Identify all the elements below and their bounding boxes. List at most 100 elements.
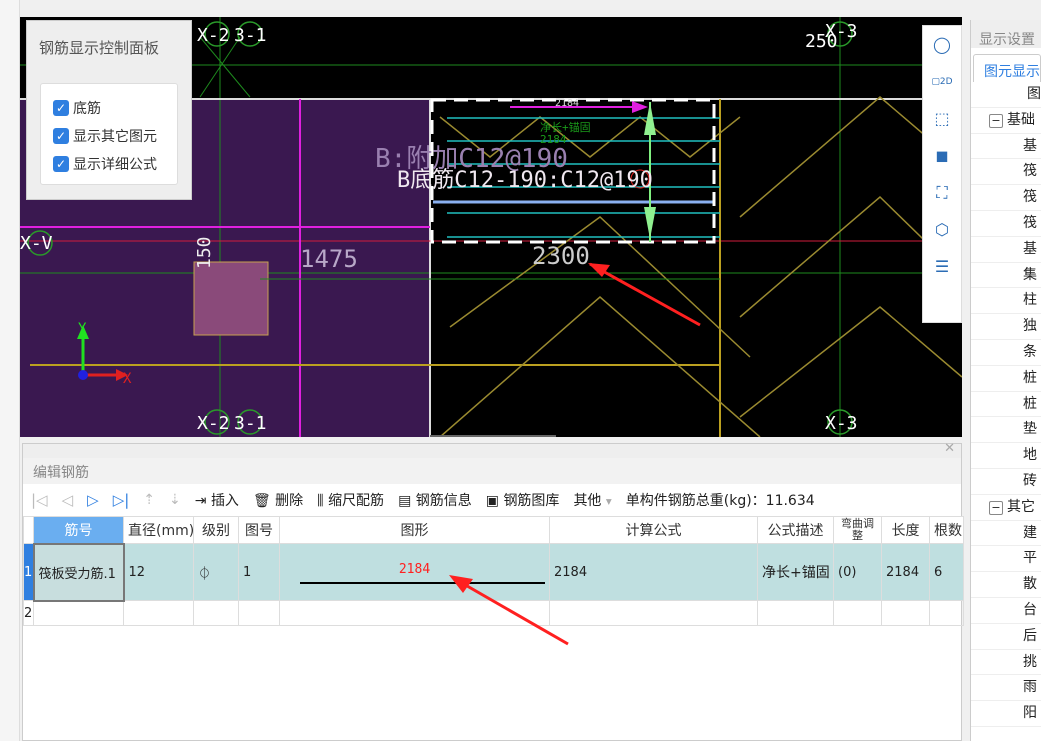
table-header: 筋号 直径(mm) 级别 图号 图形 计算公式 公式描述 弯曲调整 长度 根数 (23, 516, 964, 544)
display-settings-panel: 显示设置 图元显示 图 − 基础基筏筏筏基集柱独条桩桩垫地砖 − 其它建平散台后挑雨阳 (970, 20, 1041, 741)
collapse-icon[interactable]: − (989, 500, 1003, 515)
axis-label: X-2 (197, 413, 230, 434)
cell-formula[interactable]: 2184 (549, 543, 758, 601)
col-header[interactable]: 图形 (279, 516, 550, 544)
close-icon[interactable]: ✕ (944, 441, 955, 456)
col-header[interactable]: 公式描述 (757, 516, 834, 544)
delete-button[interactable]: 🗑 删除 (253, 490, 303, 510)
col-header[interactable]: 直径(mm) (123, 516, 194, 544)
tree-group[interactable]: − 其它 (971, 495, 1041, 521)
tree-column-header: 图 (971, 82, 1041, 108)
cell-bend[interactable]: (0) (833, 543, 882, 601)
axis-label: X-3 (825, 413, 858, 434)
rebar-library-button[interactable]: ▣ 钢筋图库 (486, 490, 560, 510)
move-up-icon[interactable]: ⇡ (143, 492, 155, 508)
other-dropdown[interactable]: 其他 ▾ (573, 490, 611, 510)
dim-2300: 2300 (532, 242, 590, 270)
orbit-icon[interactable]: ◯ (923, 26, 961, 63)
row-number[interactable]: 2 (23, 600, 34, 626)
checkbox-label: 显示其它图元 (73, 129, 157, 145)
total-weight: 单构件钢筋总重(kg)：11.634 (625, 493, 815, 509)
cell-shape-no[interactable]: 1 (238, 543, 280, 601)
col-header[interactable]: 弯曲调整 (833, 516, 882, 544)
prev-icon[interactable]: ◁ (62, 491, 74, 509)
first-icon[interactable]: |◁ (31, 491, 48, 509)
tree-group-label: 基础 (1007, 111, 1035, 128)
tree-item[interactable]: 台 (971, 598, 1041, 624)
tree-item[interactable]: 筏 (971, 159, 1041, 186)
tree-group[interactable]: − 基础 (971, 108, 1041, 134)
3d-box-icon[interactable]: ⬚ (923, 100, 961, 137)
canvas-scrollbar[interactable] (430, 435, 556, 437)
rebar-toolbar: |◁ ◁ ▷ ▷| ⇡ ⇣ ⇥ 插入 🗑 删除 ⫼ 缩尺配筋 ▤ 钢筋信息 ▣ … (23, 484, 961, 516)
cell-grade[interactable]: ⏀ (193, 543, 239, 601)
tree-item[interactable]: 独 (971, 314, 1041, 340)
annotation-arrow (449, 575, 569, 646)
row-num-header (23, 516, 34, 544)
checkbox-show-formula[interactable]: ✓ 显示详细公式 (53, 150, 177, 178)
tree-item[interactable]: 平 (971, 546, 1041, 573)
last-icon[interactable]: ▷| (113, 491, 130, 509)
col-header[interactable]: 长度 (881, 516, 930, 544)
cell-name[interactable]: 筏板受力筋.1 (32, 542, 125, 602)
tree-item[interactable]: 桩 (971, 366, 1041, 392)
scale-rebar-button[interactable]: ⫼ 缩尺配筋 (317, 490, 384, 510)
col-header[interactable]: 图号 (238, 516, 280, 544)
tree-item[interactable]: 砖 (971, 469, 1041, 495)
dim-150: 150 (194, 236, 215, 269)
tree-item[interactable]: 垫 (971, 417, 1041, 444)
tree-item[interactable]: 集 (971, 263, 1041, 289)
col-header[interactable]: 级别 (193, 516, 239, 544)
tree-item[interactable]: 桩 (971, 392, 1041, 418)
tree-item[interactable]: 筏 (971, 185, 1041, 211)
panel-header: 显示设置 (971, 20, 1041, 48)
3d-solid-icon[interactable]: ◼ (923, 137, 961, 174)
dim-1475: 1475 (300, 245, 358, 273)
select-frame-icon[interactable]: ⛶ (923, 174, 961, 211)
tree-item[interactable]: 地 (971, 443, 1041, 469)
checkbox-label: 底筋 (73, 101, 101, 117)
tree-item[interactable]: 基 (971, 134, 1041, 160)
rebar-label-bottom: B底筋C12-190:C12@190 (397, 168, 653, 193)
tree-item[interactable]: 基 (971, 237, 1041, 263)
view-cube-icon[interactable]: ⬡ (923, 211, 961, 248)
tab-element-display[interactable]: 图元显示 (973, 54, 1041, 82)
cell-desc[interactable]: 净长+锚固 (757, 543, 834, 601)
tree-item[interactable]: 挑 (971, 650, 1041, 676)
insert-button[interactable]: ⇥ 插入 (195, 490, 239, 510)
tree-item[interactable]: 散 (971, 572, 1041, 598)
axis-label: X-V (20, 233, 53, 254)
move-down-icon[interactable]: ⇣ (169, 492, 181, 508)
tree-item[interactable]: 雨 (971, 675, 1041, 702)
tree-item[interactable]: 条 (971, 340, 1041, 366)
rebar-display-control-panel: 钢筋显示控制面板 ✓ 底筋 ✓ 显示其它图元 ✓ 显示详细公式 (26, 20, 192, 200)
cell-length[interactable]: 2184 (881, 543, 930, 601)
axis-label: 3-1 (234, 25, 267, 46)
tree-item[interactable]: 建 (971, 521, 1041, 547)
next-icon[interactable]: ▷ (87, 491, 99, 509)
col-header[interactable]: 计算公式 (549, 516, 758, 544)
tree-item[interactable]: 筏 (971, 211, 1041, 237)
col-header[interactable]: 筋号 (33, 516, 124, 544)
checkbox-show-other[interactable]: ✓ 显示其它图元 (53, 122, 177, 150)
checkbox-bottom-rebar[interactable]: ✓ 底筋 (53, 94, 177, 122)
axis-label: 3-1 (234, 413, 267, 434)
tree-item[interactable]: 后 (971, 624, 1041, 650)
tree-item[interactable]: 柱 (971, 288, 1041, 315)
tree-item[interactable]: 阳 (971, 701, 1041, 727)
axis-label: X-2 (197, 25, 230, 46)
cell-count[interactable]: 6 (929, 543, 964, 601)
collapse-icon[interactable]: − (989, 113, 1003, 128)
tree-group-label: 其它 (1007, 498, 1035, 515)
check-icon: ✓ (53, 128, 69, 144)
rebar-info-button[interactable]: ▤ 钢筋信息 (398, 490, 472, 510)
col-header[interactable]: 根数 (929, 516, 964, 544)
left-panel-strip (0, 0, 20, 741)
list-view-icon[interactable]: ☰ (923, 248, 961, 285)
row-number[interactable]: 1 (23, 543, 34, 601)
2d-icon[interactable]: ▢2D (923, 63, 961, 100)
panel-title: 钢筋显示控制面板 (39, 39, 160, 57)
cell-diameter[interactable]: 12 (123, 543, 194, 601)
view-toolbar: ◯ ▢2D ⬚ ◼ ⛶ ⬡ ☰ (922, 25, 962, 323)
edit-rebar-panel: ✕ 编辑钢筋 |◁ ◁ ▷ ▷| ⇡ ⇣ ⇥ 插入 🗑 删除 ⫼ 缩尺配筋 ▤ … (22, 441, 964, 741)
